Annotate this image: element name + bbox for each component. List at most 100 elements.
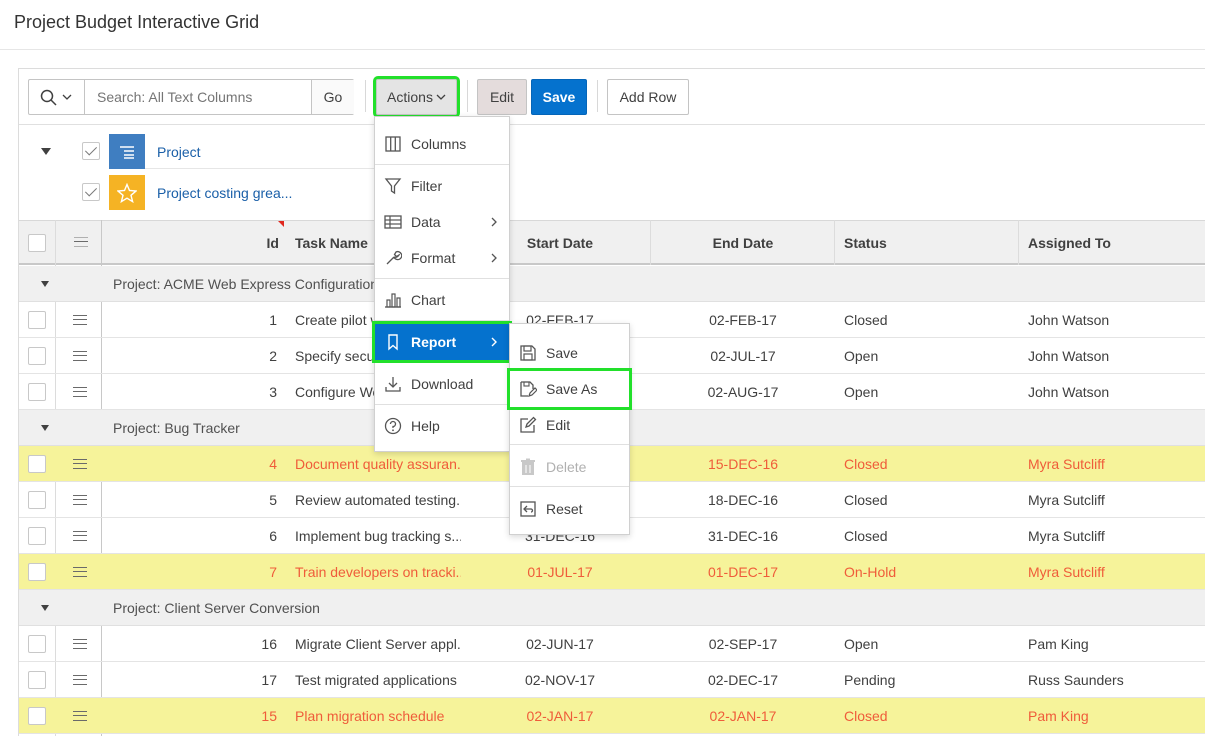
add-row-button[interactable]: Add Row xyxy=(607,79,689,115)
row-actions-menu-icon[interactable] xyxy=(73,315,87,325)
cell-status[interactable]: Closed xyxy=(844,698,1014,734)
report-link[interactable]: Project xyxy=(157,144,201,160)
menu-item-columns[interactable]: Columns xyxy=(375,126,509,162)
cell-task-name[interactable]: Implement bug tracking s... xyxy=(295,518,461,554)
cell-end-date[interactable]: 02-JUL-17 xyxy=(651,338,835,374)
row-select-checkbox[interactable] xyxy=(28,635,46,653)
cell-assigned-to[interactable]: Russ Saunders xyxy=(1028,662,1198,698)
cell-assigned-to[interactable]: Pam King xyxy=(1028,626,1198,662)
cell-id[interactable]: 1 xyxy=(103,302,277,338)
cell-id[interactable]: 3 xyxy=(103,374,277,410)
menu-item-report[interactable]: Report xyxy=(372,321,512,363)
column-header-status[interactable]: Status xyxy=(844,221,1014,264)
column-header-end-date[interactable]: End Date xyxy=(651,221,835,264)
cell-end-date[interactable]: 02-FEB-17 xyxy=(651,302,835,338)
row-select-checkbox[interactable] xyxy=(28,563,46,581)
cell-id[interactable]: 6 xyxy=(103,518,277,554)
menu-item-filter[interactable]: Filter xyxy=(375,168,509,204)
row-select-checkbox[interactable] xyxy=(28,347,46,365)
go-button[interactable]: Go xyxy=(311,80,354,114)
cell-start-date[interactable]: 02-JAN-17 xyxy=(469,698,651,734)
cell-status[interactable]: Open xyxy=(844,626,1014,662)
search-input[interactable] xyxy=(87,81,307,113)
cell-status[interactable]: Open xyxy=(844,374,1014,410)
menu-item-edit[interactable]: Edit xyxy=(510,407,629,443)
cell-status[interactable]: Closed xyxy=(844,302,1014,338)
group-collapse-toggle[interactable] xyxy=(41,281,49,287)
cell-status[interactable]: Open xyxy=(844,338,1014,374)
row-actions-menu-icon[interactable] xyxy=(73,639,87,649)
row-actions-menu-icon[interactable] xyxy=(73,567,87,577)
cell-id[interactable]: 4 xyxy=(103,446,277,482)
cell-end-date[interactable]: 02-AUG-17 xyxy=(651,374,835,410)
menu-item-format[interactable]: Format xyxy=(375,240,509,276)
cell-end-date[interactable]: 31-DEC-16 xyxy=(651,518,835,554)
row-select-checkbox[interactable] xyxy=(28,491,46,509)
cell-status[interactable]: Closed xyxy=(844,446,1014,482)
menu-item-reset[interactable]: Reset xyxy=(510,491,629,527)
cell-assigned-to[interactable]: John Watson xyxy=(1028,374,1198,410)
cell-id[interactable]: 2 xyxy=(103,338,277,374)
cell-id[interactable]: 5 xyxy=(103,482,277,518)
menu-item-chart[interactable]: Chart xyxy=(375,282,509,318)
column-header-id[interactable]: Id xyxy=(103,221,279,264)
row-actions-menu-icon[interactable] xyxy=(73,351,87,361)
menu-item-download[interactable]: Download xyxy=(375,366,509,402)
cell-assigned-to[interactable]: Myra Sutcliff xyxy=(1028,482,1198,518)
row-actions-menu-icon[interactable] xyxy=(73,387,87,397)
report-link[interactable]: Project costing grea... xyxy=(157,185,292,201)
cell-task-name[interactable]: Test migrated applications xyxy=(295,662,461,698)
edit-button[interactable]: Edit xyxy=(477,79,527,115)
menu-item-help[interactable]: Help xyxy=(375,408,509,444)
row-select-checkbox[interactable] xyxy=(28,707,46,725)
row-select-checkbox[interactable] xyxy=(28,455,46,473)
row-actions-menu-icon[interactable] xyxy=(73,711,87,721)
row-actions-menu-icon[interactable] xyxy=(73,495,87,505)
row-actions-menu-icon[interactable] xyxy=(73,675,87,685)
cell-end-date[interactable]: 02-JAN-17 xyxy=(651,698,835,734)
search-column-selector[interactable] xyxy=(29,80,85,114)
cell-status[interactable]: Closed xyxy=(844,518,1014,554)
cell-status[interactable]: Pending xyxy=(844,662,1014,698)
row-select-checkbox[interactable] xyxy=(28,311,46,329)
cell-assigned-to[interactable]: Myra Sutcliff xyxy=(1028,518,1198,554)
group-collapse-toggle[interactable] xyxy=(41,425,49,431)
save-button[interactable]: Save xyxy=(531,79,587,115)
cell-task-name[interactable]: Plan migration schedule xyxy=(295,698,461,734)
cell-id[interactable]: 16 xyxy=(103,626,277,662)
cell-assigned-to[interactable]: John Watson xyxy=(1028,338,1198,374)
cell-task-name[interactable]: Migrate Client Server appl... xyxy=(295,626,461,662)
group-collapse-toggle[interactable] xyxy=(41,605,49,611)
row-actions-menu-icon[interactable] xyxy=(73,531,87,541)
cell-end-date[interactable]: 01-DEC-17 xyxy=(651,554,835,590)
cell-end-date[interactable]: 02-DEC-17 xyxy=(651,662,835,698)
cell-end-date[interactable]: 02-SEP-17 xyxy=(651,626,835,662)
row-select-checkbox[interactable] xyxy=(28,383,46,401)
collapse-reports-toggle[interactable] xyxy=(41,148,51,155)
cell-end-date[interactable]: 18-DEC-16 xyxy=(651,482,835,518)
column-header-assigned-to[interactable]: Assigned To xyxy=(1028,221,1198,264)
row-actions-menu-icon[interactable] xyxy=(73,459,87,469)
report-checkbox[interactable] xyxy=(82,183,100,201)
cell-start-date[interactable]: 02-NOV-17 xyxy=(469,662,651,698)
cell-task-name[interactable]: Review automated testing... xyxy=(295,482,461,518)
row-select-checkbox[interactable] xyxy=(28,527,46,545)
cell-end-date[interactable]: 15-DEC-16 xyxy=(651,446,835,482)
cell-assigned-to[interactable]: Myra Sutcliff xyxy=(1028,446,1198,482)
cell-start-date[interactable]: 01-JUL-17 xyxy=(469,554,651,590)
cell-id[interactable]: 7 xyxy=(103,554,277,590)
cell-start-date[interactable]: 02-JUN-17 xyxy=(469,626,651,662)
select-all-checkbox[interactable] xyxy=(28,234,46,252)
cell-id[interactable]: 15 xyxy=(103,698,277,734)
menu-item-save[interactable]: Save xyxy=(510,335,629,371)
menu-item-save-as[interactable]: Save As xyxy=(507,368,632,410)
row-select-checkbox[interactable] xyxy=(28,671,46,689)
cell-task-name[interactable]: Train developers on tracki... xyxy=(295,554,461,590)
menu-item-data[interactable]: Data xyxy=(375,204,509,240)
report-checkbox[interactable] xyxy=(82,142,100,160)
cell-status[interactable]: On-Hold xyxy=(844,554,1014,590)
actions-button[interactable]: Actions xyxy=(373,76,460,118)
cell-assigned-to[interactable]: John Watson xyxy=(1028,302,1198,338)
cell-assigned-to[interactable]: Pam King xyxy=(1028,698,1198,734)
cell-id[interactable]: 17 xyxy=(103,662,277,698)
